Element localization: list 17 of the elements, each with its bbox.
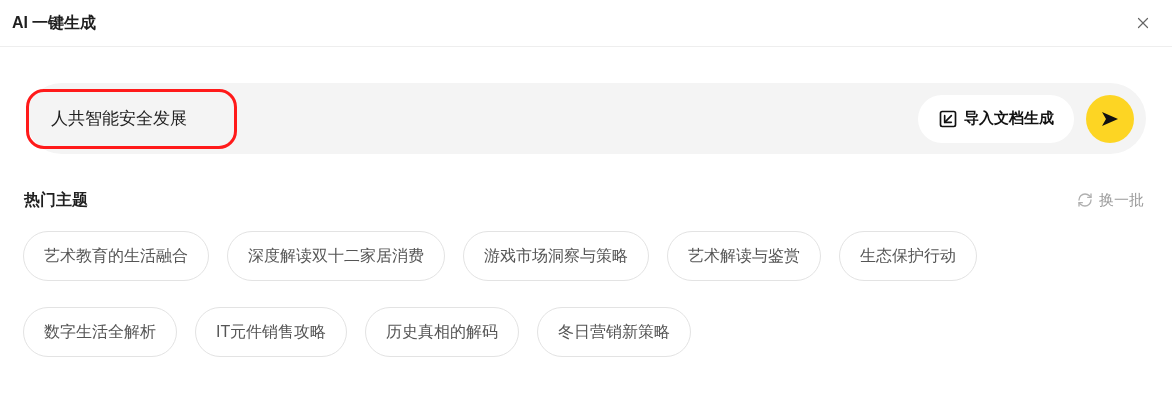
topic-chip[interactable]: 深度解读双十二家居消费 [227,231,445,281]
topic-chip[interactable]: 生态保护行动 [839,231,977,281]
refresh-icon [1077,192,1093,208]
send-icon [1102,111,1118,126]
dialog-title: AI 一键生成 [12,13,97,33]
topic-chip[interactable]: IT元件销售攻略 [195,307,348,357]
topic-chip[interactable]: 数字生活全解析 [23,307,177,357]
prompt-field[interactable]: 人共智能安全发展 [26,88,237,149]
topic-chip[interactable]: 艺术解读与鉴赏 [667,231,821,281]
topic-chip[interactable]: 历史真相的解码 [365,307,520,357]
topic-chip[interactable]: 艺术教育的生活融合 [23,231,209,281]
topic-chip[interactable]: 冬日营销新策略 [537,307,692,357]
import-icon [938,108,958,129]
section-title: 热门主题 [24,190,88,210]
send-button[interactable] [1086,94,1134,143]
topic-chip[interactable]: 游戏市场洞察与策略 [463,231,649,281]
import-document-button[interactable]: 导入文档生成 [918,94,1074,143]
